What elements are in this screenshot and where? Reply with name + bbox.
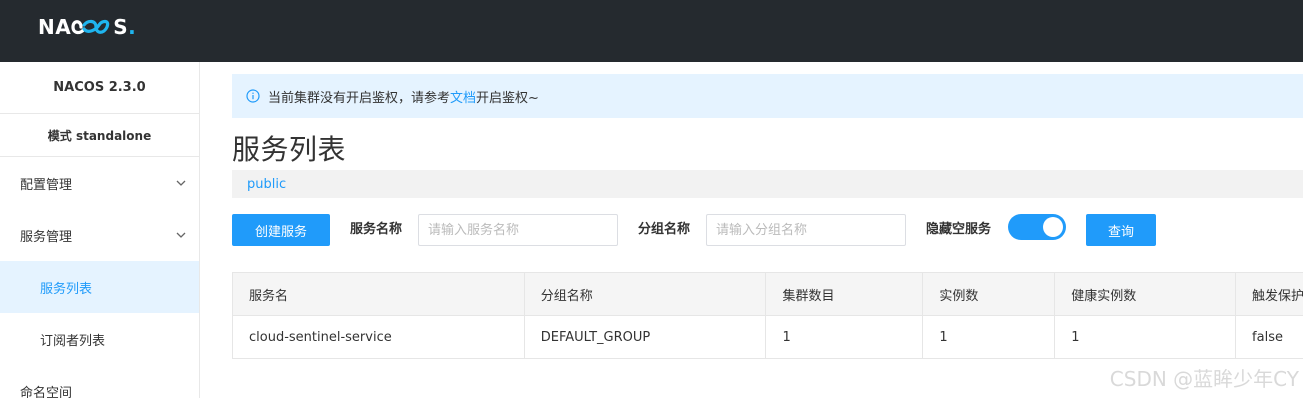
notice-text-after: 开启鉴权~ [476,90,539,106]
sidebar: NACOS 2.3.0 模式 standalone 配置管理 服务管理 服务列表… [0,62,200,398]
cell-cluster-count: 1 [766,316,924,359]
sidebar-item-label: 服务管理 [20,229,73,245]
sidebar-item-config-management[interactable]: 配置管理 [0,157,199,209]
sidebar-item-subscriber-list[interactable]: 订阅者列表 [0,313,199,365]
namespace-public[interactable]: public [247,177,286,192]
create-service-button[interactable]: 创建服务 [232,214,330,246]
service-name-label: 服务名称 [350,222,403,237]
namespace-bar: public [232,170,1303,198]
sidebar-item-label: 命名空间 [20,385,73,398]
sidebar-item-label: 订阅者列表 [40,333,106,349]
cell-instance-count: 1 [923,316,1056,359]
filter-toolbar: 创建服务 服务名称 分组名称 隐藏空服务 查询 [232,214,1303,246]
top-navbar: NA S . [0,0,1303,62]
service-table: 服务名 分组名称 集群数目 实例数 健康实例数 触发保护 cloud-senti… [232,272,1303,359]
notice-text: 当前集群没有开启鉴权，请参考 [268,90,451,106]
sidebar-item-namespace[interactable]: 命名空间 [0,365,199,398]
sidebar-item-label: 服务列表 [40,281,93,297]
table-row: cloud-sentinel-service DEFAULT_GROUP 1 1… [233,316,1303,359]
cell-trigger-protection: false [1236,316,1303,359]
docs-link[interactable]: 文档 [450,87,476,106]
header-trigger-protection[interactable]: 触发保护 [1236,273,1303,316]
logo-dot: . [128,15,136,39]
group-name-input[interactable] [706,214,906,246]
chevron-down-icon [176,180,186,186]
cell-group-name: DEFAULT_GROUP [524,316,767,359]
toggle-knob [1043,217,1063,237]
logo-text-right: S [113,15,129,39]
table-header-row: 服务名 分组名称 集群数目 实例数 健康实例数 触发保护 [233,273,1303,316]
header-healthy-instance-count[interactable]: 健康实例数 [1055,273,1237,316]
page-title: 服务列表 [232,133,347,166]
header-instance-count[interactable]: 实例数 [923,273,1056,316]
query-button[interactable]: 查询 [1086,214,1156,246]
chevron-down-icon [176,232,186,238]
header-cluster-count[interactable]: 集群数目 [766,273,924,316]
hide-empty-label: 隐藏空服务 [926,222,992,237]
group-name-label: 分组名称 [638,222,691,237]
sidebar-version: NACOS 2.3.0 [0,62,199,114]
cell-service-name: cloud-sentinel-service [233,316,525,359]
header-service-name[interactable]: 服务名 [233,273,525,316]
logo-text-left: NA [38,15,72,39]
auth-notice: 当前集群没有开启鉴权，请参考 文档 开启鉴权~ [232,74,1303,118]
sidebar-item-service-list[interactable]: 服务列表 [0,261,199,313]
logo-infinity-icon [71,19,110,35]
service-name-input[interactable] [418,214,618,246]
sidebar-item-label: 配置管理 [20,177,73,193]
sidebar-mode: 模式 standalone [0,114,199,157]
csdn-watermark: CSDN @蓝眸少年CY [1109,367,1299,391]
hide-empty-toggle[interactable] [1008,214,1066,240]
nacos-logo[interactable]: NA S . [38,14,136,40]
sidebar-item-service-management[interactable]: 服务管理 [0,209,199,261]
info-icon [246,89,260,103]
header-group-name[interactable]: 分组名称 [524,273,767,316]
cell-healthy-instance-count: 1 [1055,316,1237,359]
